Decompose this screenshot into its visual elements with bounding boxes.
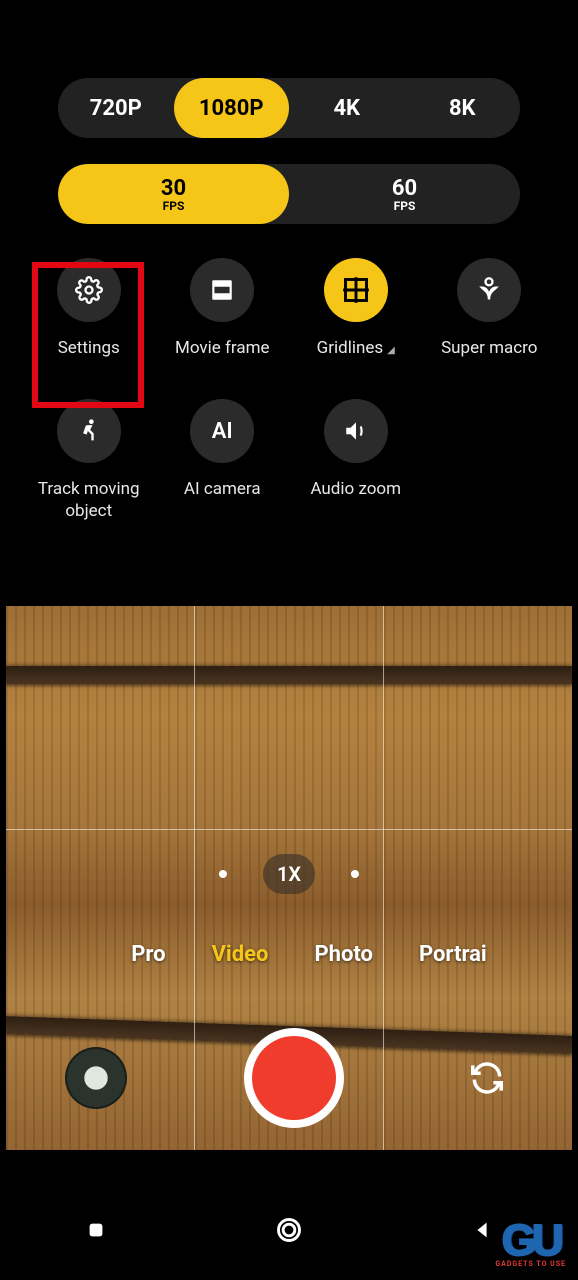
submenu-indicator: ◢	[387, 345, 395, 356]
ai-camera-button[interactable]: AI AI camera	[156, 399, 290, 522]
camera-controls	[6, 1028, 572, 1128]
switch-camera-button[interactable]	[461, 1052, 513, 1104]
watermark-logo: GU	[502, 1216, 560, 1266]
mode-photo[interactable]: Photo	[314, 942, 373, 967]
resolution-720p[interactable]: 720P	[58, 78, 174, 138]
grid-icon	[324, 258, 388, 322]
gallery-thumbnail[interactable]	[65, 1047, 127, 1109]
track-moving-button[interactable]: Track moving object	[22, 399, 156, 522]
fps-selector: 30 FPS 60 FPS	[58, 164, 520, 224]
ai-icon: AI	[190, 399, 254, 463]
mode-portrait[interactable]: Portrai	[419, 942, 487, 967]
camera-options-panel: 720P 1080P 4K 8K 30 FPS 60 FPS Settings …	[6, 0, 572, 552]
macro-icon	[457, 258, 521, 322]
gridline-horizontal	[6, 829, 572, 830]
fps-30-unit: FPS	[58, 199, 289, 213]
gridlines-label: Gridlines◢	[317, 338, 395, 359]
mode-selector[interactable]: Pro Video Photo Portrai	[6, 942, 572, 967]
ai-camera-label: AI camera	[184, 479, 261, 500]
circle-icon	[275, 1216, 303, 1244]
resolution-4k[interactable]: 4K	[289, 78, 405, 138]
movie-frame-label: Movie frame	[175, 338, 270, 359]
zoom-dot	[219, 870, 227, 878]
record-button[interactable]	[244, 1028, 344, 1128]
record-icon	[252, 1036, 336, 1120]
zoom-dot	[351, 870, 359, 878]
track-icon	[57, 399, 121, 463]
settings-label: Settings	[58, 338, 120, 359]
fps-30-value: 30	[58, 176, 289, 201]
resolution-8k[interactable]: 8K	[405, 78, 521, 138]
watermark-subtitle: GADGETS TO USE	[495, 1260, 566, 1268]
audio-icon	[324, 399, 388, 463]
zoom-current[interactable]: 1X	[263, 854, 315, 894]
watermark: GU GADGETS TO USE	[495, 1216, 566, 1268]
mode-video[interactable]: Video	[212, 942, 269, 967]
settings-grid: Settings Movie frame Gridlines◢ Super ma…	[22, 258, 556, 522]
viewfinder[interactable]: 1X Pro Video Photo Portrai	[6, 606, 572, 1150]
fps-60-unit: FPS	[289, 199, 520, 213]
resolution-1080p[interactable]: 1080P	[174, 78, 290, 138]
audio-zoom-button[interactable]: Audio zoom	[289, 399, 423, 522]
nav-recent-button[interactable]	[76, 1210, 116, 1250]
fps-60[interactable]: 60 FPS	[289, 164, 520, 224]
super-macro-button[interactable]: Super macro	[423, 258, 557, 359]
square-icon	[85, 1219, 107, 1241]
fps-60-value: 60	[289, 176, 520, 201]
gear-icon	[57, 258, 121, 322]
switch-camera-icon	[468, 1059, 506, 1097]
settings-button[interactable]: Settings	[22, 258, 156, 359]
fps-30[interactable]: 30 FPS	[58, 164, 289, 224]
movie-frame-icon	[190, 258, 254, 322]
android-navbar	[0, 1180, 578, 1280]
super-macro-label: Super macro	[441, 338, 537, 359]
mode-pro[interactable]: Pro	[131, 942, 165, 967]
resolution-selector: 720P 1080P 4K 8K	[58, 78, 520, 138]
track-label: Track moving object	[29, 479, 149, 522]
movie-frame-button[interactable]: Movie frame	[156, 258, 290, 359]
gridlines-button[interactable]: Gridlines◢	[289, 258, 423, 359]
zoom-control[interactable]: 1X	[219, 854, 359, 894]
audio-zoom-label: Audio zoom	[310, 479, 401, 500]
nav-home-button[interactable]	[269, 1210, 309, 1250]
triangle-back-icon	[471, 1219, 493, 1241]
